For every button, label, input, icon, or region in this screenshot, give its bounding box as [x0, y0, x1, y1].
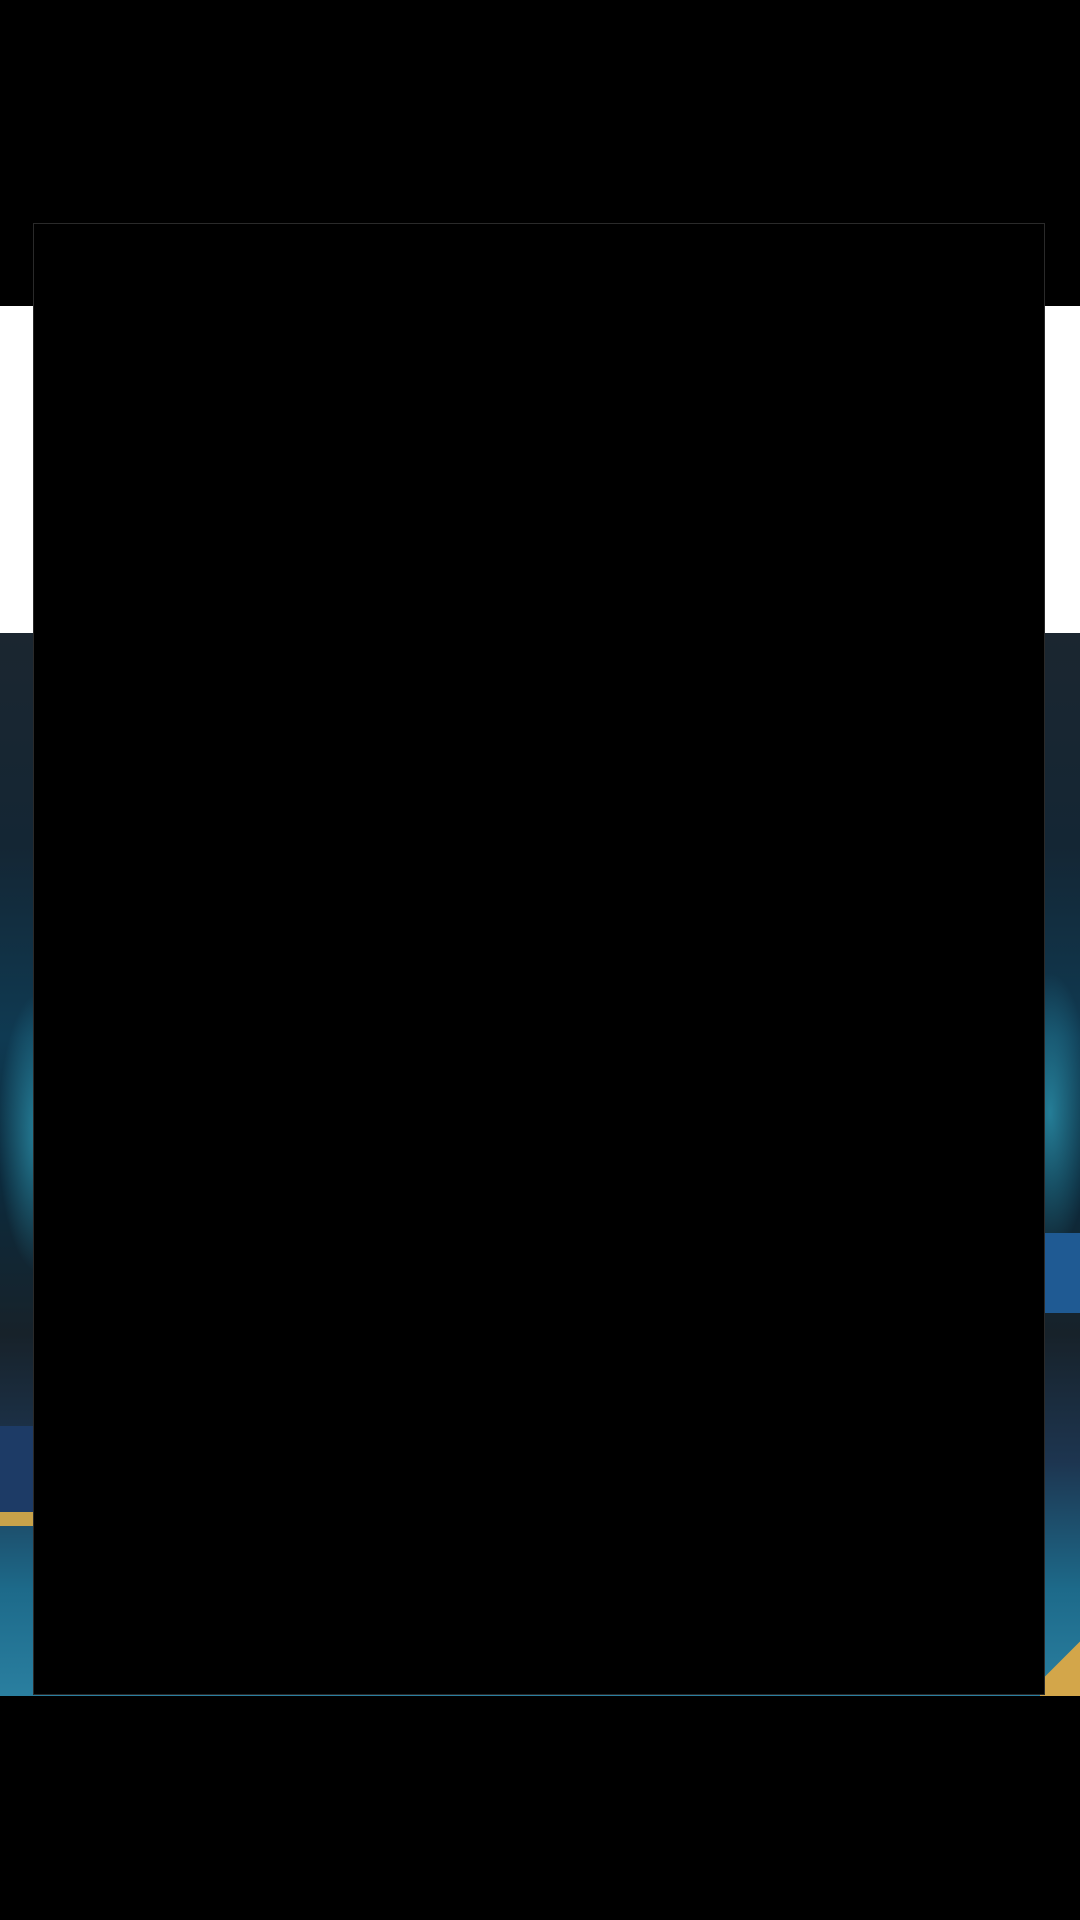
arena-floor-stripe-right — [1040, 1636, 1080, 1696]
bottom-bar — [0, 1696, 1080, 1920]
app-screen — [0, 0, 1080, 1920]
arena-banner-right — [1040, 1233, 1080, 1313]
content-card[interactable] — [33, 223, 1045, 1695]
